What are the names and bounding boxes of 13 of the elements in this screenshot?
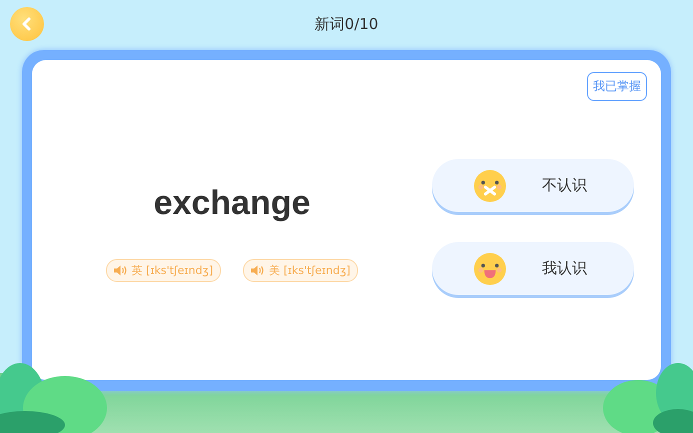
pronunciation-button[interactable]: 美 [ɪks'tʃeɪndʒ] xyxy=(243,259,358,282)
taped-mouth-face-icon xyxy=(474,170,506,202)
pronunciation-button[interactable]: 英 [ɪks'tʃeɪndʒ] xyxy=(106,259,221,282)
speaker-icon xyxy=(251,265,264,276)
answer-button[interactable]: 不认识 xyxy=(432,159,634,212)
back-chevron-icon xyxy=(21,17,33,31)
word-text: exchange xyxy=(154,184,310,223)
mastered-button[interactable]: 我已掌握 xyxy=(587,72,647,101)
smiling-face-icon xyxy=(474,252,506,284)
back-button[interactable] xyxy=(10,7,44,41)
answer-button[interactable]: 我认识 xyxy=(432,242,634,295)
page-title: 新词0/10 xyxy=(314,14,378,34)
speaker-icon xyxy=(114,265,127,276)
